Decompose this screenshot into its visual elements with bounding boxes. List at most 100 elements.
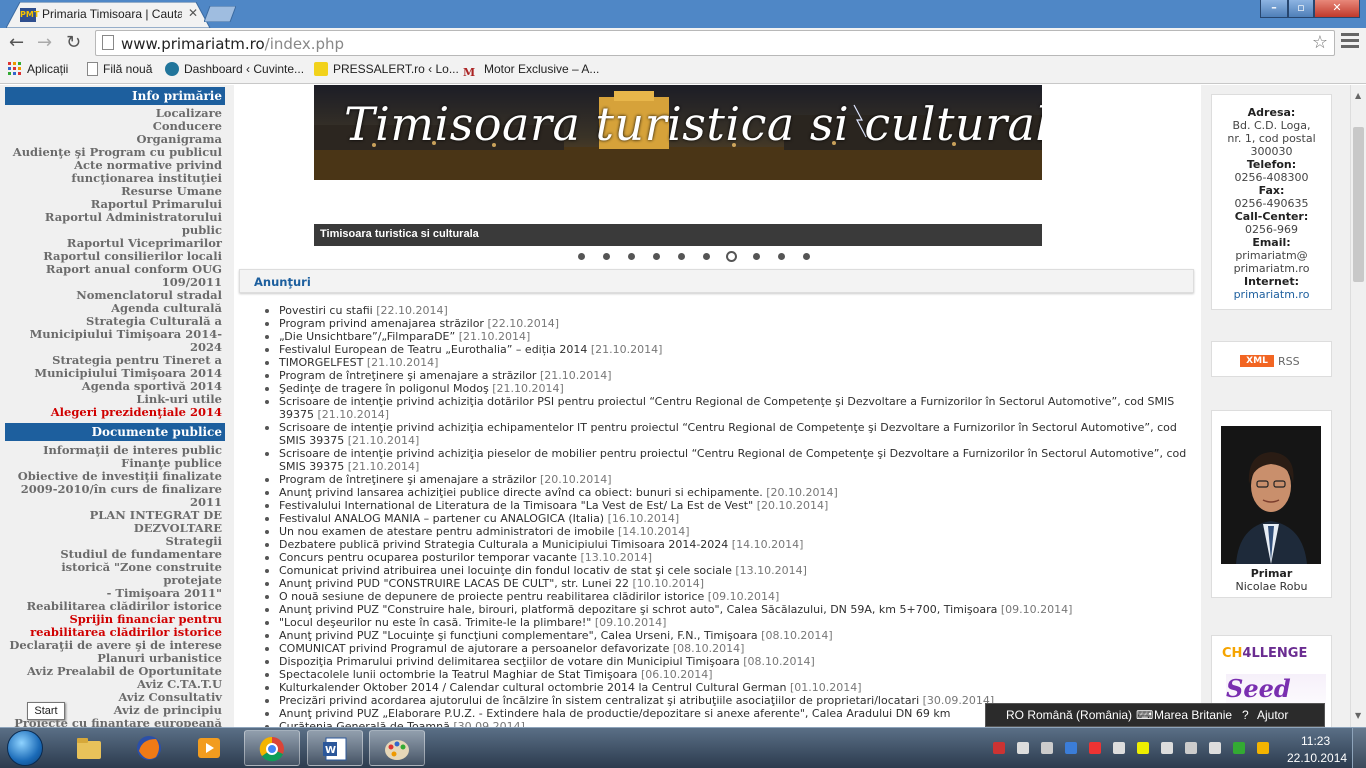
browser-tab-active[interactable]: PMT Primaria Timisoara | Cauta ✕ [6, 2, 211, 28]
announcement-link[interactable]: COMUNICAT privind Programul de ajutorare… [279, 642, 669, 655]
bookmark-new-tab[interactable]: Filă nouă [87, 62, 152, 80]
announcement-link[interactable]: Dispoziţia Primarului privind delimitare… [279, 655, 740, 668]
clock-date[interactable]: 22.10.2014 [1287, 751, 1347, 765]
announcement-link[interactable]: O nouă sesiune de depunere de proiecte p… [279, 590, 704, 603]
taskbar-paint[interactable] [369, 730, 425, 766]
bluetooth-icon[interactable] [1065, 742, 1077, 754]
slider-dot-active[interactable] [726, 251, 737, 262]
announcement-link[interactable]: TIMORGELFEST [279, 356, 363, 369]
scroll-thumb[interactable] [1353, 127, 1364, 282]
window-maximize-button[interactable]: ▫ [1288, 0, 1314, 18]
announcement-link[interactable]: Festivalul ANALOG MANIA – partener cu AN… [279, 512, 604, 525]
page-scrollbar[interactable]: ▲ ▼ [1350, 85, 1366, 727]
email-link[interactable]: primariatm@ primariatm.ro [1212, 249, 1331, 275]
banner-image[interactable]: Timisoara turistica si culturala [314, 85, 1042, 180]
window-close-button[interactable]: ✕ [1314, 0, 1360, 18]
announcement-link[interactable]: Curăţenia Generală de Toamnă [279, 720, 450, 727]
scroll-down-arrow-icon[interactable]: ▼ [1355, 711, 1361, 720]
announcement-link[interactable]: Anunţ privind lansarea achiziţiei public… [279, 486, 763, 499]
announcement-link[interactable]: Spectacolele lunii octombrie la Teatrul … [279, 668, 638, 681]
rss-link[interactable]: RSS [1278, 355, 1300, 368]
signal-icon[interactable] [1113, 742, 1125, 754]
mayor-photo[interactable] [1221, 426, 1321, 564]
power-icon[interactable] [1137, 742, 1149, 754]
announcement-link[interactable]: Scrisoare de intenţie privind achiziţia … [279, 395, 1174, 421]
address-bar[interactable]: www.primariatm.ro/index.php ☆ [95, 30, 1335, 56]
slider-dot[interactable] [778, 253, 785, 260]
announcement-link[interactable]: Anunţ privind PUZ „Elaborare P.U.Z. - Ex… [279, 707, 950, 720]
announcement-link[interactable]: Comunicat privind atribuirea unei locuin… [279, 564, 732, 577]
sidebar-link[interactable]: Studiul de fundamentare istorică "Zone c… [0, 548, 222, 600]
internet-link[interactable]: primariatm.ro [1212, 288, 1331, 301]
announcement-link[interactable]: Concurs pentru ocuparea posturilor tempo… [279, 551, 577, 564]
security-icon[interactable] [1161, 742, 1173, 754]
challenge-logo[interactable]: CH4LLENGE [1222, 646, 1307, 661]
forward-arrow-icon[interactable]: → [37, 33, 52, 53]
announcement-link[interactable]: Program de întreţinere şi amenajare a st… [279, 369, 536, 382]
show-desktop-button[interactable] [1352, 728, 1366, 768]
update-icon[interactable] [1185, 742, 1197, 754]
slider-dot[interactable] [653, 253, 660, 260]
announcement-link[interactable]: Anunţ privind PUZ "Locuinţe şi funcţiuni… [279, 629, 758, 642]
bookmark-apps[interactable]: Aplicații [8, 62, 68, 80]
help-button[interactable]: Ajutor [1257, 708, 1288, 722]
announcement-link[interactable]: Dezbatere publică privind Strategia Cult… [279, 538, 728, 551]
announcement-link[interactable]: Program privind amenajarea străzilor [279, 317, 484, 330]
announcement-link[interactable]: Anunţ privind PUZ "Construire hale, biro… [279, 603, 997, 616]
taskbar-explorer[interactable] [62, 730, 118, 766]
announcement-link[interactable]: Un nou examen de atestare pentru adminis… [279, 525, 614, 538]
taskbar-chrome[interactable] [244, 730, 300, 766]
sidebar-link[interactable]: Obiective de investiţii finalizate 2009-… [0, 470, 222, 509]
sidebar-link[interactable]: Raport anual conform OUG 109/2011 [0, 263, 222, 289]
bookmark-star-icon[interactable]: ☆ [1312, 32, 1328, 53]
bookmark-motor-exclusive[interactable]: M Motor Exclusive – A... [463, 62, 599, 80]
announcement-link[interactable]: Festivalului International de Literatura… [279, 499, 753, 512]
taskbar-media-player[interactable] [182, 730, 238, 766]
announcement-link[interactable]: Kulturkalender Oktober 2014 / Calendar c… [279, 681, 786, 694]
sidebar-link[interactable]: Raportul Administratorului public [0, 211, 222, 237]
announcement-link[interactable]: Anunţ privind PUD "CONSTRUIRE LACAS DE C… [279, 577, 629, 590]
slider-dot[interactable] [753, 253, 760, 260]
scroll-up-arrow-icon[interactable]: ▲ [1355, 91, 1361, 100]
back-arrow-icon[interactable]: ← [9, 33, 24, 53]
chrome-tray-icon[interactable] [1257, 742, 1269, 754]
sync-icon[interactable] [1089, 742, 1101, 754]
sidebar-link[interactable]: Strategia Culturală a Municipiului Timiş… [0, 315, 222, 354]
sidebar-link[interactable]: Acte normative privind funcţionarea inst… [0, 159, 222, 185]
url-text[interactable]: www.primariatm.ro/index.php [121, 35, 344, 53]
tab-close-icon[interactable]: ✕ [188, 6, 198, 20]
network-icon[interactable] [1017, 742, 1029, 754]
slider-dot[interactable] [678, 253, 685, 260]
taskbar-firefox[interactable] [122, 730, 178, 766]
reload-icon[interactable]: ↻ [66, 33, 81, 53]
chrome-menu-icon[interactable] [1341, 33, 1359, 51]
clock-time[interactable]: 11:23 [1301, 734, 1330, 748]
sidebar-link[interactable]: Alegeri prezidenţiale 2014 [0, 406, 222, 419]
new-tab-button[interactable] [204, 6, 236, 22]
slider-dot[interactable] [578, 253, 585, 260]
rss-box[interactable]: XML RSS [1211, 341, 1332, 377]
announcement-link[interactable]: Precizări privind acordarea ajutorului d… [279, 694, 919, 707]
volume-muted-icon[interactable] [993, 742, 1005, 754]
announcement-link[interactable]: Program de întreţinere şi amenajare a st… [279, 473, 536, 486]
slider-dot[interactable] [803, 253, 810, 260]
start-button[interactable] [7, 730, 43, 766]
slider-dot[interactable] [628, 253, 635, 260]
xml-badge[interactable]: XML [1240, 355, 1274, 367]
keyboard-layout-selector[interactable]: Marea Britanie [1154, 708, 1232, 722]
announcement-link[interactable]: "Locul deşeurilor nu este în casă. Trimi… [279, 616, 591, 629]
announcement-link[interactable]: Şedinţe de tragere în poligonul Modoş [279, 382, 489, 395]
language-selector[interactable]: RO Română (România) [1006, 708, 1132, 722]
announcement-link[interactable]: „Die Unsichtbare”/„FilmparaDE” [279, 330, 455, 343]
sidebar-link[interactable]: PLAN INTEGRAT DE DEZVOLTARE [0, 509, 222, 535]
app-icon[interactable] [1233, 742, 1245, 754]
flag-icon[interactable] [1209, 742, 1221, 754]
taskbar-word[interactable]: W [307, 730, 363, 766]
slider-dot[interactable] [603, 253, 610, 260]
announcement-link[interactable]: Povestiri cu stafii [279, 304, 373, 317]
battery-icon[interactable] [1041, 742, 1053, 754]
slider-dot[interactable] [703, 253, 710, 260]
bookmark-pressalert[interactable]: PRESSALERT.ro ‹ Lo... [314, 62, 459, 80]
window-minimize-button[interactable]: – [1260, 0, 1288, 18]
bookmark-dashboard[interactable]: Dashboard ‹ Cuvinte... [165, 62, 304, 80]
